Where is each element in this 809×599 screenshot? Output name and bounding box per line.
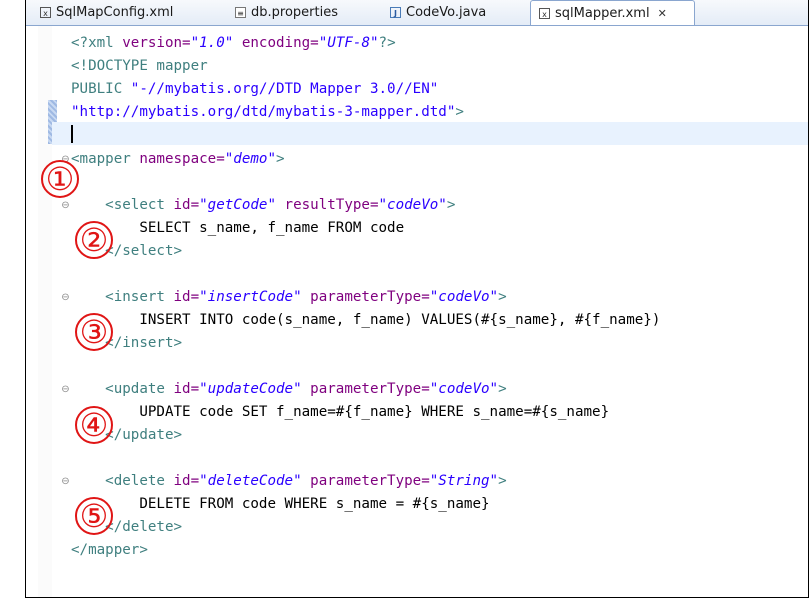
tab-sqlmapconfig[interactable]: x SqlMapConfig.xml <box>32 1 198 24</box>
editor-frame: x SqlMapConfig.xml ≡ db.properties J Cod… <box>25 0 809 598</box>
tab-sqlmapper-xml[interactable]: x sqlMapper.xml ✕ <box>530 0 695 25</box>
annotation-circle-1: ① <box>41 160 79 198</box>
code-line: SELECT s_name, f_name FROM code <box>139 220 405 236</box>
tab-label: sqlMapper.xml <box>555 5 650 21</box>
file-icon: ≡ <box>235 7 246 18</box>
code-line: </mapper> <box>71 542 148 558</box>
xml-file-icon: x <box>40 7 51 18</box>
close-icon[interactable]: ✕ <box>658 7 667 20</box>
fold-collapse-icon[interactable]: ⊖ <box>60 476 71 487</box>
code-line: "http://mybatis.org/dtd/mybatis-3-mapper… <box>71 104 464 120</box>
code-line: <mapper namespace="demo"> <box>71 151 285 167</box>
code-line: INSERT INTO code(s_name, f_name) VALUES(… <box>139 312 661 328</box>
tab-label: SqlMapConfig.xml <box>56 5 174 20</box>
fold-collapse-icon[interactable]: ⊖ <box>60 292 71 303</box>
text-caret <box>71 125 73 143</box>
annotation-circle-2: ② <box>75 221 113 259</box>
code-line: <update id="updateCode" parameterType="c… <box>105 381 507 397</box>
tab-db-properties[interactable]: ≡ db.properties <box>227 1 377 24</box>
code-line: DELETE FROM code WHERE s_name = #{s_name… <box>139 496 490 512</box>
tab-label: CodeVo.java <box>406 5 487 20</box>
annotation-circle-4: ④ <box>75 406 113 444</box>
annotation-circle-5: ⑤ <box>75 497 113 535</box>
code-line: <select id="getCode" resultType="codeVo"… <box>105 197 456 213</box>
fold-collapse-icon[interactable]: ⊖ <box>60 384 71 395</box>
code-line: <?xml version="1.0" encoding="UTF-8"?> <box>71 35 396 51</box>
code-line: <!DOCTYPE mapper <box>71 58 208 74</box>
code-line: <delete id="deleteCode" parameterType="S… <box>105 473 507 489</box>
annotation-circle-3: ③ <box>75 313 113 351</box>
current-line-highlight <box>52 122 808 145</box>
fold-collapse-icon[interactable]: ⊖ <box>60 200 71 211</box>
code-line: <insert id="insertCode" parameterType="c… <box>105 289 507 305</box>
tab-label: db.properties <box>251 5 338 20</box>
tab-codevo-java[interactable]: J CodeVo.java <box>382 1 532 24</box>
code-line: PUBLIC "-//mybatis.org//DTD Mapper 3.0//… <box>71 81 439 97</box>
editor-tab-bar: x SqlMapConfig.xml ≡ db.properties J Cod… <box>26 0 808 26</box>
code-line: UPDATE code SET f_name=#{f_name} WHERE s… <box>139 404 610 420</box>
code-editor[interactable]: <?xml version="1.0" encoding="UTF-8"?> <… <box>26 26 808 597</box>
java-file-icon: J <box>390 7 401 18</box>
xml-file-icon: x <box>539 7 550 19</box>
